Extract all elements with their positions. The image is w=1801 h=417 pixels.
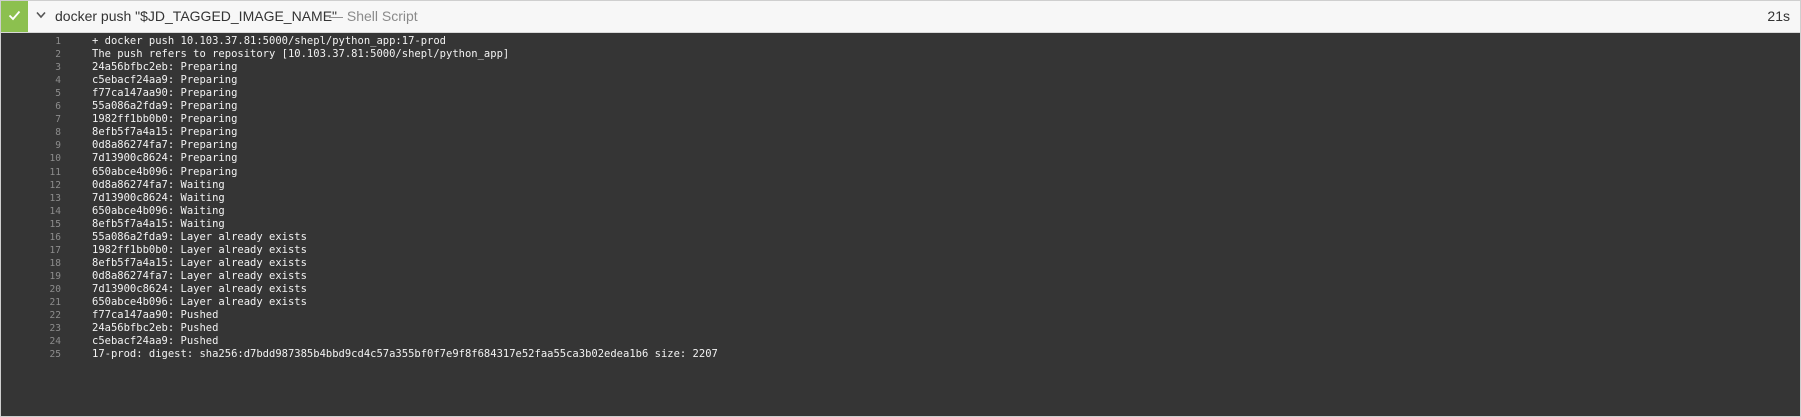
- step-duration: 21s: [1767, 8, 1790, 24]
- status-success-badge: [1, 1, 28, 32]
- log-line: 25 17-prod: digest: sha256:d7bdd987385b4b…: [1, 347, 1800, 362]
- log-line-number[interactable]: 25: [21, 347, 61, 362]
- step-header[interactable]: docker push "$JD_TAGGED_IMAGE_NAME" — Sh…: [1, 1, 1800, 33]
- step-title: docker push "$JD_TAGGED_IMAGE_NAME": [55, 8, 337, 24]
- step-type: — Shell Script: [329, 8, 418, 24]
- log-line-text: 17-prod: digest: sha256:d7bdd987385b4bbd…: [92, 348, 718, 361]
- check-icon: [8, 10, 21, 21]
- shell-script-step: docker push "$JD_TAGGED_IMAGE_NAME" — Sh…: [0, 0, 1801, 417]
- console-output: 1 + docker push 10.103.37.81:5000/shepl/p…: [1, 33, 1800, 416]
- chevron-down-icon[interactable]: [36, 11, 46, 19]
